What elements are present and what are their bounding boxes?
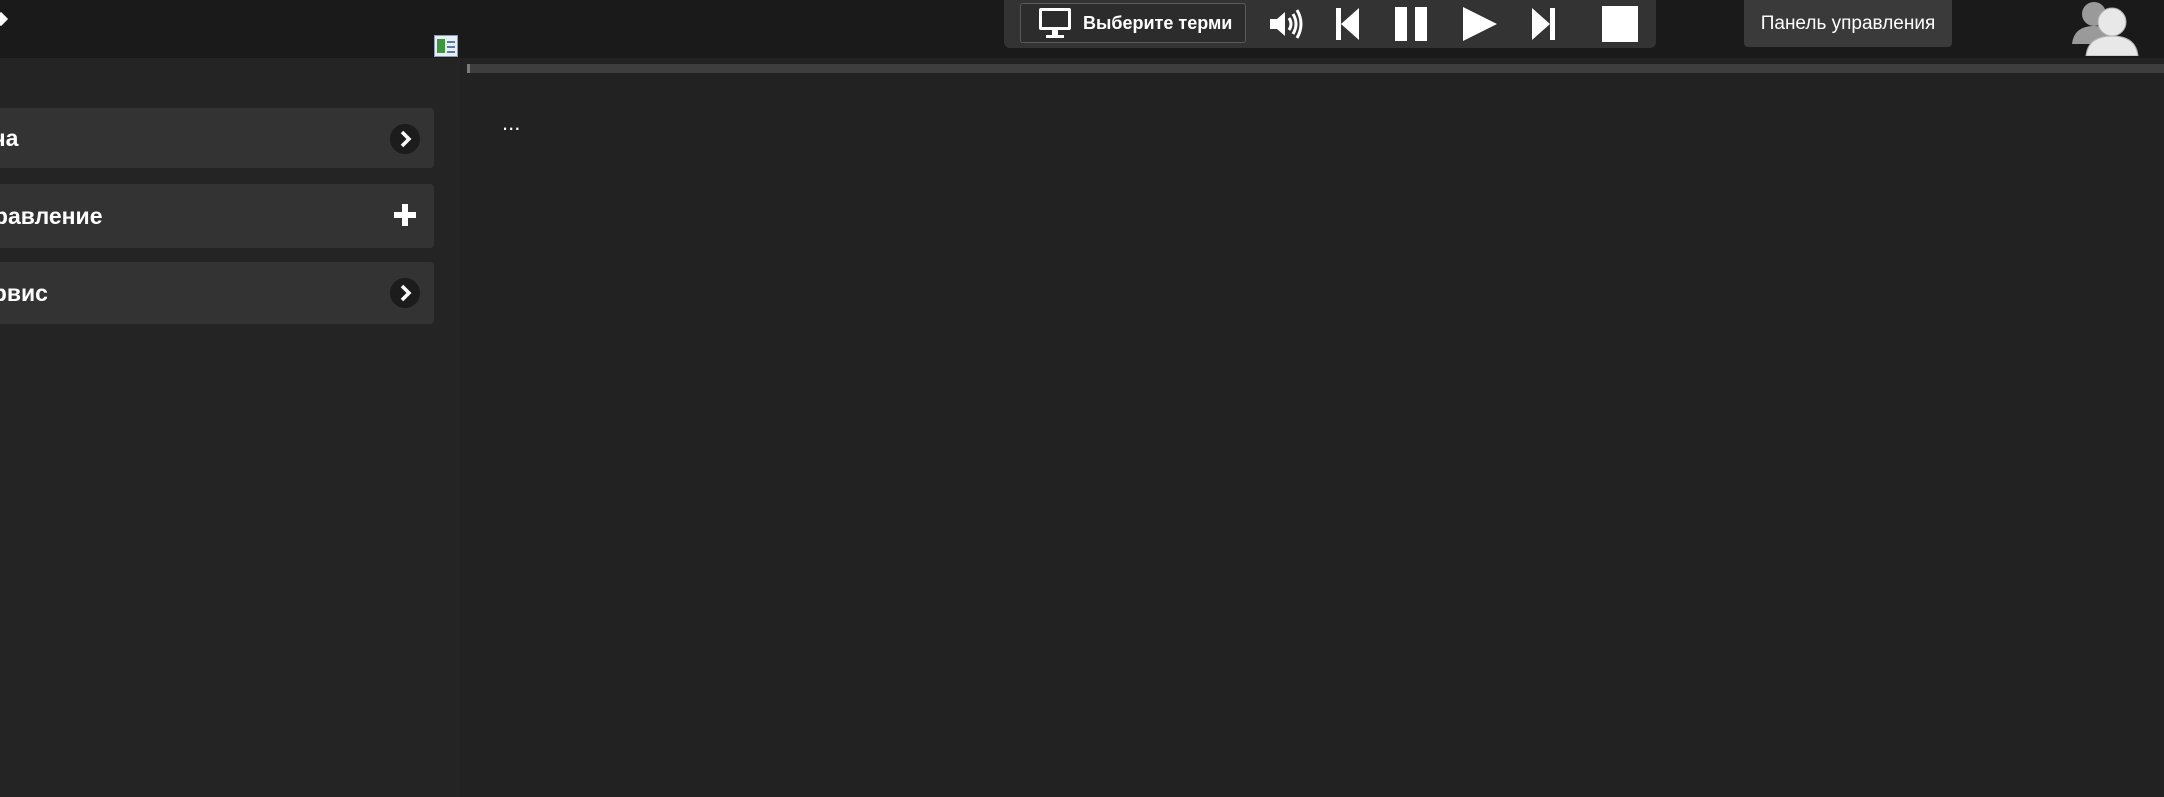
skip-forward-icon[interactable] xyxy=(1524,6,1564,42)
chevron-right-icon xyxy=(390,124,420,154)
pause-icon[interactable] xyxy=(1392,6,1432,42)
select-terminal-label: Выберите терми xyxy=(1083,12,1233,33)
progress-fill xyxy=(467,64,470,73)
main-content: ... xyxy=(462,58,2164,797)
users-avatar-icon[interactable] xyxy=(2066,0,2142,56)
chevron-right-icon xyxy=(390,278,420,308)
stop-icon[interactable] xyxy=(1600,6,1640,42)
progress-bar[interactable] xyxy=(467,64,2164,73)
monitor-icon xyxy=(1039,8,1071,38)
top-bar: Выберите терми Панель управления xyxy=(0,0,2164,58)
sidebar: ача правление ервис xyxy=(0,58,460,797)
loading-text: ... xyxy=(502,110,521,135)
corner-arrow-icon[interactable] xyxy=(0,11,9,27)
control-panel-tooltip: Панель управления xyxy=(1744,0,1952,47)
sidebar-toggle-icon[interactable] xyxy=(434,35,458,57)
sidebar-item-1[interactable]: правление xyxy=(0,184,434,248)
sidebar-item-0[interactable]: ача xyxy=(0,108,434,168)
volume-icon[interactable] xyxy=(1266,6,1306,42)
sidebar-item-label: правление xyxy=(0,203,103,229)
plus-icon xyxy=(394,204,416,226)
select-terminal-button[interactable]: Выберите терми xyxy=(1020,3,1246,43)
sidebar-item-2[interactable]: ервис xyxy=(0,262,434,324)
play-icon[interactable] xyxy=(1460,6,1500,42)
sidebar-item-label: ервис xyxy=(0,280,48,306)
sidebar-item-label: ача xyxy=(0,125,19,151)
skip-back-icon[interactable] xyxy=(1328,6,1368,42)
player-control-panel: Выберите терми xyxy=(1004,0,1656,48)
